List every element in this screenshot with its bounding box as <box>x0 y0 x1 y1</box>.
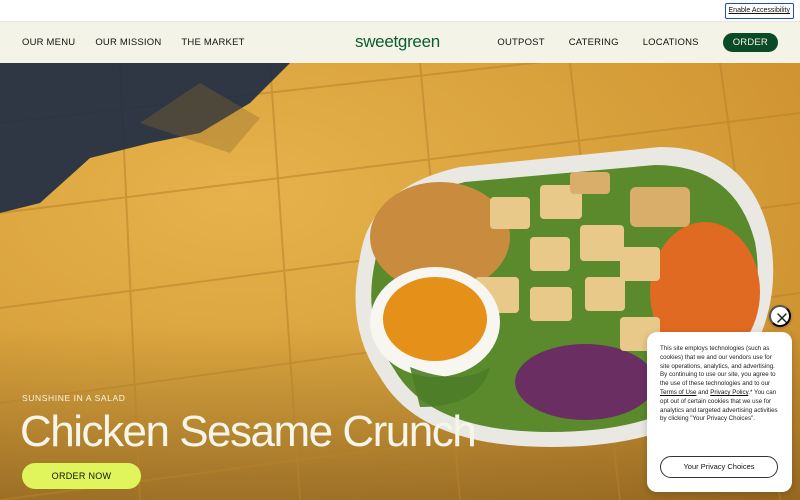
nav-our-mission[interactable]: OUR MISSION <box>95 37 161 48</box>
close-icon <box>777 313 787 323</box>
order-now-button[interactable]: ORDER NOW <box>22 463 141 489</box>
nav-locations[interactable]: LOCATIONS <box>643 37 699 48</box>
privacy-choices-button[interactable]: Your Privacy Choices <box>660 456 778 478</box>
nav-the-market[interactable]: THE MARKET <box>181 37 244 48</box>
order-button[interactable]: ORDER <box>722 33 778 52</box>
main-nav: OUR MENU OUR MISSION THE MARKET sweetgre… <box>0 22 800 63</box>
nav-left: OUR MENU OUR MISSION THE MARKET <box>22 22 245 63</box>
nav-catering[interactable]: CATERING <box>569 37 619 48</box>
hero-eyebrow: SUNSHINE IN A SALAD <box>22 393 126 403</box>
nav-our-menu[interactable]: OUR MENU <box>22 37 75 48</box>
cookie-banner: This site employs technologies (such as … <box>647 332 792 492</box>
terms-of-use-link[interactable]: Terms of Use <box>660 389 696 396</box>
nav-right: OUTPOST CATERING LOCATIONS ORDER <box>497 22 778 63</box>
accessibility-bar: Enable Accessibility <box>0 0 800 22</box>
nav-outpost[interactable]: OUTPOST <box>497 37 544 48</box>
sweetgreen-logo[interactable]: sweetgreen <box>355 32 440 52</box>
privacy-policy-link[interactable]: Privacy Policy <box>710 389 748 396</box>
hero-headline: Chicken Sesame Crunch <box>20 407 477 456</box>
cookie-text: This site employs technologies (such as … <box>660 345 778 423</box>
cookie-close-button[interactable] <box>769 305 791 327</box>
enable-accessibility-button[interactable]: Enable Accessibility <box>724 3 794 19</box>
